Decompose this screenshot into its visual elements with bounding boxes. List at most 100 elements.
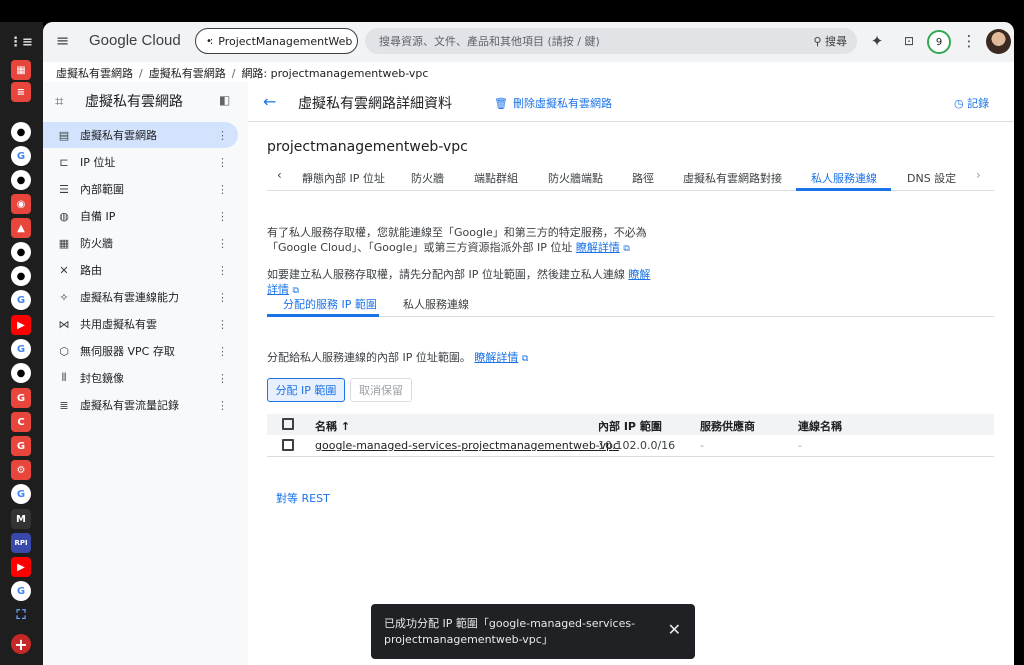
route-icon: ✕ <box>59 263 69 277</box>
learn-more-link[interactable]: 瞭解 <box>628 268 650 281</box>
kebab-menu-icon[interactable]: ⋮ <box>217 129 228 142</box>
cloud-shell-icon[interactable]: ⊡ <box>899 31 919 51</box>
github-icon[interactable]: ● <box>11 122 31 142</box>
search-button[interactable]: ⚲ 搜尋 <box>813 33 847 49</box>
tab-firewall[interactable]: 防火牆 <box>411 170 444 186</box>
m-icon[interactable]: M <box>11 509 31 529</box>
connection-value: - <box>798 439 802 452</box>
kebab-menu-icon[interactable]: ⋮ <box>217 291 228 304</box>
rpi-icon[interactable]: RPI <box>11 533 31 553</box>
gmail-icon[interactable]: G <box>11 388 31 408</box>
sidebar-item-serverless-vpc-access[interactable]: ⬡ 無伺服器 VPC 存取 ⋮ <box>43 338 238 364</box>
more-options-icon[interactable]: ⋮ <box>959 31 979 51</box>
kebab-menu-icon[interactable]: ⋮ <box>217 345 228 358</box>
add-icon[interactable]: + <box>11 634 31 654</box>
kebab-menu-icon[interactable]: ⋮ <box>217 237 228 250</box>
sidebar-item-byoip[interactable]: ◍ 自備 IP ⋮ <box>43 203 238 229</box>
kebab-menu-icon[interactable]: ⋮ <box>217 156 228 169</box>
column-header-name[interactable]: 名稱 ↑ <box>315 418 350 434</box>
tab-static-internal-ip[interactable]: 靜態內部 IP 位址 <box>302 170 385 186</box>
breadcrumb-item[interactable]: 網路: projectmanagementweb-vpc <box>241 65 428 81</box>
gmail-icon[interactable]: G <box>11 436 31 456</box>
tab-endpoint-groups[interactable]: 端點群組 <box>474 170 518 186</box>
sidebar-item-label: 共用虛擬私有雲 <box>80 318 157 331</box>
delete-vpc-button[interactable]: 🗑︎ 刪除虛擬私有雲網路 <box>494 95 612 111</box>
google-cloud-logo[interactable]: Google Cloud <box>89 32 181 49</box>
active-tab-indicator <box>796 188 891 191</box>
kebab-menu-icon[interactable]: ⋮ <box>217 372 228 385</box>
equivalent-rest-link[interactable]: 對等 REST <box>276 490 330 506</box>
tab-firewall-endpoints[interactable]: 防火牆端點 <box>548 170 603 186</box>
tab-dns-settings[interactable]: DNS 設定 <box>907 170 956 186</box>
back-arrow-icon[interactable]: ← <box>263 92 276 111</box>
row-checkbox[interactable] <box>282 439 294 451</box>
collapse-sidebar-icon[interactable]: ◧ <box>219 93 230 107</box>
globe-icon: ◍ <box>59 209 69 223</box>
breadcrumb-item[interactable]: 虛擬私有雲網路 <box>56 65 133 81</box>
avatar[interactable] <box>986 29 1011 54</box>
close-icon[interactable]: ✕ <box>668 622 681 638</box>
google-icon[interactable]: G <box>11 146 31 166</box>
chevron-right-icon[interactable]: › <box>976 168 981 182</box>
kebab-menu-icon[interactable]: ⋮ <box>217 264 228 277</box>
success-toast: 已成功分配 IP 範圍「google-managed-services- pro… <box>371 604 695 659</box>
range-name-link[interactable]: google-managed-services-projectmanagemen… <box>315 439 619 452</box>
breadcrumb-item[interactable]: 虛擬私有雲網路 <box>149 65 226 81</box>
allocate-ip-range-button[interactable]: 分配 IP 範圍 <box>267 378 345 402</box>
tab-private-service-connection[interactable]: 私人服務連線 <box>811 170 877 186</box>
notifications-badge[interactable]: 9 <box>927 30 951 54</box>
sidebar-item-packet-mirroring[interactable]: ⦀ 封包鏡像 ⋮ <box>43 365 238 391</box>
provider-value: - <box>700 439 704 452</box>
google-icon[interactable]: G <box>11 339 31 359</box>
c-icon[interactable]: C <box>11 412 31 432</box>
release-button[interactable]: 取消保留 <box>350 378 412 402</box>
learn-more-link[interactable]: 瞭解詳情 <box>576 241 620 254</box>
list-search-icon[interactable]: ≡ <box>11 82 31 102</box>
github-icon[interactable]: ● <box>11 266 31 286</box>
kebab-menu-icon[interactable]: ⋮ <box>217 210 228 223</box>
select-all-checkbox[interactable] <box>282 418 294 430</box>
sidebar-item-vpc-networks[interactable]: ▤ 虛擬私有雲網路 ⋮ <box>43 122 238 148</box>
grid-icon[interactable]: ▦ <box>11 60 31 80</box>
github-icon[interactable]: ● <box>11 242 31 262</box>
menu-icon[interactable]: ≡ <box>56 32 74 50</box>
drive-icon[interactable]: ▲ <box>11 218 31 238</box>
logs-label: 記錄 <box>967 97 990 110</box>
tab-routes[interactable]: 路徑 <box>632 170 654 186</box>
tab-vpc-peering[interactable]: 虛擬私有雲網路對接 <box>683 170 782 186</box>
learn-more-link[interactable]: 瞭解詳情 <box>474 351 518 364</box>
sidebar-item-vpc-connectivity[interactable]: ✧ 虛擬私有雲連線能力 ⋮ <box>43 284 238 310</box>
gemini-icon[interactable]: ✦ <box>867 31 887 51</box>
history-icon: ◷ <box>954 97 964 110</box>
sidebar-item-flow-logs[interactable]: ≣ 虛擬私有雲流量記錄 ⋮ <box>43 392 238 418</box>
tab-allocated-ip-ranges[interactable]: 分配的服務 IP 範圍 <box>283 296 377 312</box>
sidebar-item-internal-ranges[interactable]: ☰ 內部範圍 ⋮ <box>43 176 238 202</box>
workflow-icon[interactable]: ⛶ <box>11 605 31 625</box>
kebab-menu-icon[interactable]: ⋮ <box>217 183 228 196</box>
youtube-icon[interactable]: ▶ <box>11 557 31 577</box>
logs-button[interactable]: ◷ 記錄 <box>954 95 989 111</box>
sidebar-toggle-icon[interactable]: ⋮≡ <box>9 32 33 52</box>
project-picker[interactable]: •: ProjectManagementWeb <box>195 28 358 54</box>
chevron-left-icon[interactable]: ‹ <box>277 168 282 182</box>
sidebar-item-firewall[interactable]: ▦ 防火牆 ⋮ <box>43 230 238 256</box>
tab-private-connections[interactable]: 私人服務連線 <box>403 296 469 312</box>
intro-paragraph: 有了私人服務存取權，您就能連線至「Google」和第三方的特定服務，不必為 「G… <box>267 225 647 257</box>
sidebar-item-label: 自備 IP <box>80 210 116 223</box>
google-icon[interactable]: G <box>11 581 31 601</box>
google-icon[interactable]: G <box>11 484 31 504</box>
globe-icon[interactable]: ◉ <box>11 194 31 214</box>
youtube-icon[interactable]: ▶ <box>11 315 31 335</box>
vpc-network-icon: ⌗ <box>55 92 64 110</box>
settings-icon[interactable]: ⚙ <box>11 460 31 480</box>
github-icon[interactable]: ● <box>11 363 31 383</box>
sidebar-item-ip-addresses[interactable]: ⊏ IP 位址 ⋮ <box>43 149 238 175</box>
kebab-menu-icon[interactable]: ⋮ <box>217 399 228 412</box>
kebab-menu-icon[interactable]: ⋮ <box>217 318 228 331</box>
search-bar[interactable]: 搜尋資源、文件、產品和其他項目 (請按 / 鍵) ⚲ 搜尋 <box>365 28 857 54</box>
github-icon[interactable]: ● <box>11 170 31 190</box>
intro-line-2: 「Google Cloud」、「Google」或第三方資源指派外部 IP 位址 <box>267 241 573 254</box>
sidebar-item-routes[interactable]: ✕ 路由 ⋮ <box>43 257 238 283</box>
sidebar-item-shared-vpc[interactable]: ⋈ 共用虛擬私有雲 ⋮ <box>43 311 238 337</box>
google-icon[interactable]: G <box>11 290 31 310</box>
